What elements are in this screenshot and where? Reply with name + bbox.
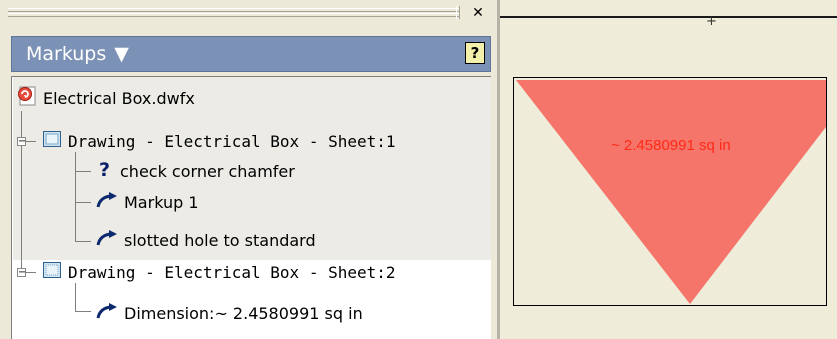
- markup-item-1[interactable]: ? check corner chamfer: [96, 156, 295, 186]
- tree-root-label: Electrical Box.dwfx: [43, 88, 195, 108]
- markup-item-2[interactable]: Markup 1: [96, 187, 199, 217]
- tree-connector: [75, 311, 91, 312]
- tree-sheet-2[interactable]: Drawing - Electrical Box - Sheet:2: [42, 257, 396, 287]
- close-icon[interactable]: ✕: [467, 4, 489, 22]
- svg-text:?: ?: [99, 159, 110, 179]
- markups-palette: ✕ Markups ▼ ? − − Electrical Box.dwfx Dr…: [0, 0, 497, 339]
- tree-sheet-1[interactable]: Drawing - Electrical Box - Sheet:1: [42, 126, 396, 156]
- grip-line: [8, 8, 460, 12]
- expander-sheet-2[interactable]: −: [17, 268, 26, 278]
- markup-4-label: Dimension:~ 2.4580991 sq in: [124, 303, 363, 323]
- tree-connector: [75, 202, 91, 203]
- dwfx-file-icon: [17, 86, 37, 110]
- palette-header: Markups ▼ ?: [11, 36, 491, 72]
- drawing-sheet-frame: ~ 2.4580991 sq in: [513, 77, 827, 306]
- grip-cap: [456, 6, 460, 19]
- drawing-canvas[interactable]: + ~ 2.4580991 sq in: [500, 0, 837, 339]
- tree-connector: [75, 283, 76, 312]
- markup-3-label: slotted hole to standard: [124, 230, 316, 250]
- markup-tree: − − Electrical Box.dwfx Drawing - Electr…: [11, 76, 491, 339]
- markup-arrow-icon: [96, 229, 118, 251]
- dropdown-arrow-icon: ▼: [114, 43, 129, 65]
- tree-connector: [26, 272, 36, 273]
- tree-connector: [75, 171, 91, 172]
- markup-2-label: Markup 1: [124, 192, 199, 212]
- ruler-line: +: [500, 14, 837, 29]
- expander-sheet-1[interactable]: −: [17, 137, 26, 147]
- markup-item-3[interactable]: slotted hole to standard: [96, 225, 316, 255]
- tree-connector: [75, 241, 91, 242]
- markup-arrow-icon: [96, 191, 118, 213]
- sheet-icon: [42, 260, 62, 284]
- palette-grip-bar[interactable]: [8, 6, 460, 20]
- markups-menu-button[interactable]: Markups ▼: [26, 42, 129, 66]
- sheet-icon: [42, 129, 62, 153]
- markup-1-label: check corner chamfer: [120, 161, 295, 181]
- sheet-2-label: Drawing - Electrical Box - Sheet:2: [68, 262, 396, 282]
- ruler-mark: +: [706, 14, 717, 29]
- area-measure-triangle[interactable]: [514, 78, 826, 305]
- tree-connector: [75, 152, 76, 242]
- tree-connector: [21, 111, 22, 261]
- question-icon: ?: [96, 159, 114, 183]
- tree-root-item[interactable]: Electrical Box.dwfx: [17, 83, 195, 113]
- palette-title: Markups: [26, 43, 107, 65]
- area-measure-label: ~ 2.4580991 sq in: [611, 137, 731, 154]
- sheet-1-label: Drawing - Electrical Box - Sheet:1: [68, 131, 396, 151]
- markup-item-4[interactable]: Dimension:~ 2.4580991 sq in: [96, 298, 363, 328]
- tree-connector: [26, 141, 36, 142]
- markup-arrow-icon: [96, 302, 118, 324]
- grip-line: [8, 13, 460, 17]
- help-button[interactable]: ?: [465, 42, 485, 64]
